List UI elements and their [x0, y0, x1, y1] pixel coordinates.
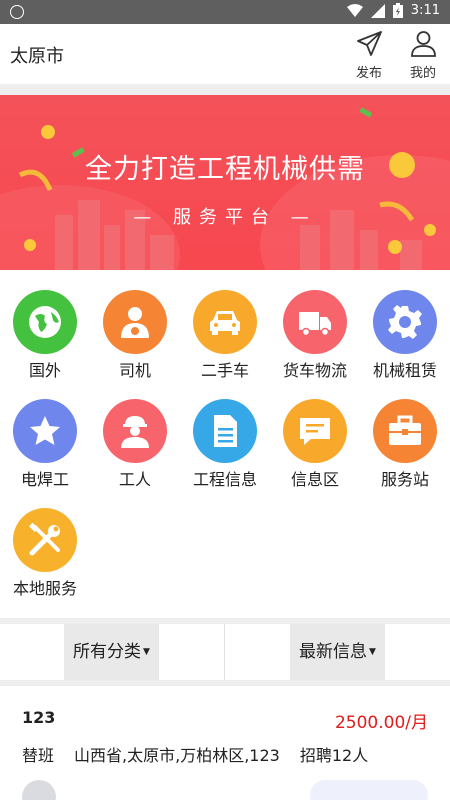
post-hiring: 招聘12人: [299, 746, 369, 765]
category-info-area[interactable]: 信息区: [270, 379, 360, 489]
toolbox-icon: [373, 399, 437, 463]
signal-icon: [370, 3, 385, 18]
promo-banner[interactable]: 全力打造工程机械供需 — 服务平台 —: [0, 95, 450, 270]
top-header: 太原市 发布 我的: [0, 24, 450, 84]
user-icon: [411, 31, 436, 57]
status-time: 3:11: [410, 3, 440, 18]
category-worker[interactable]: 工人: [90, 379, 180, 489]
category-label: 服务站: [380, 470, 429, 489]
category-grid: 国外 司机 二手车 货车物流 机械租赁 电焊工 工人 工程信息 信息区 服务站 …: [0, 270, 450, 618]
filter-bar: 所有分类 ▼ 最新信息 ▼: [0, 624, 450, 680]
category-filter-dropdown[interactable]: 所有分类 ▼: [64, 624, 159, 680]
status-bar: 3:11: [0, 0, 450, 24]
worker-icon: [103, 399, 167, 463]
banner-subtitle: — 服务平台 —: [133, 207, 317, 228]
category-used-car[interactable]: 二手车: [180, 270, 270, 380]
mine-button[interactable]: 我的: [403, 28, 443, 81]
category-label: 二手车: [200, 361, 249, 380]
category-label: 本地服务: [12, 579, 77, 598]
category-machinery-rental[interactable]: 机械租赁: [360, 270, 450, 380]
message-icon: [283, 399, 347, 463]
category-label: 国外: [28, 361, 61, 380]
post-title: 123: [22, 708, 56, 727]
driver-icon: [103, 290, 167, 354]
category-truck-logistics[interactable]: 货车物流: [270, 270, 360, 380]
send-icon: [357, 31, 382, 56]
category-overseas[interactable]: 国外: [0, 270, 90, 380]
publish-button[interactable]: 发布: [349, 28, 389, 81]
truck-icon: [283, 290, 347, 354]
post-location: 山西省,太原市,万柏林区,123: [74, 746, 280, 765]
banner-title: 全力打造工程机械供需: [85, 154, 365, 185]
filter-separator: [224, 624, 225, 680]
wifi-icon: [346, 3, 363, 17]
sort-filter-dropdown[interactable]: 最新信息 ▼: [290, 624, 385, 680]
category-label: 工人: [118, 470, 151, 489]
star-icon: [13, 399, 77, 463]
city-selector[interactable]: 太原市: [10, 42, 64, 68]
post-price: 2500.00/月: [334, 713, 428, 733]
post-meta: 替班 山西省,太原市,万柏林区,123 招聘12人: [22, 742, 368, 766]
car-icon: [193, 290, 257, 354]
mine-label: 我的: [409, 66, 436, 81]
dropdown-arrow-icon: ▼: [143, 647, 150, 657]
publish-label: 发布: [355, 66, 382, 81]
category-service-station[interactable]: 服务站: [360, 379, 450, 489]
job-post-card[interactable]: 123 2500.00/月 替班 山西省,太原市,万柏林区,123 招聘12人: [0, 686, 450, 800]
category-label: 司机: [118, 361, 151, 380]
category-driver[interactable]: 司机: [90, 270, 180, 380]
category-label: 电焊工: [20, 470, 69, 489]
category-label: 信息区: [290, 470, 339, 489]
category-filter-label: 所有分类: [73, 642, 142, 662]
tools-icon: [13, 508, 77, 572]
gear-icon: [373, 290, 437, 354]
globe-icon: [13, 290, 77, 354]
category-local-service[interactable]: 本地服务: [0, 488, 90, 598]
sort-filter-label: 最新信息: [299, 642, 368, 662]
category-project-info[interactable]: 工程信息: [180, 379, 270, 489]
battery-icon: [392, 3, 403, 18]
post-tag: [310, 780, 428, 800]
notification-icon: [10, 5, 24, 19]
category-label: 货车物流: [282, 361, 347, 380]
dropdown-arrow-icon: ▼: [369, 647, 376, 657]
category-label: 工程信息: [192, 470, 257, 489]
document-icon: [193, 399, 257, 463]
avatar: [22, 780, 56, 800]
category-label: 机械租赁: [372, 361, 437, 380]
category-welder[interactable]: 电焊工: [0, 379, 90, 489]
post-type: 替班: [22, 746, 55, 765]
